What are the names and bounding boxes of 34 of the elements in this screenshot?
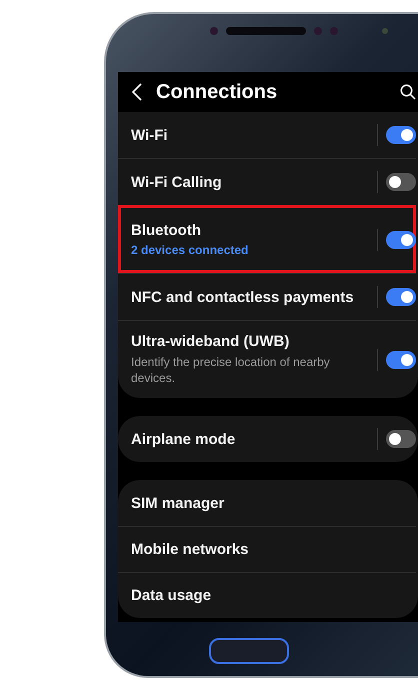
home-button[interactable] bbox=[209, 638, 289, 664]
sensor-dot bbox=[314, 27, 322, 35]
setting-label: Bluetooth bbox=[131, 222, 202, 239]
sensor-dot bbox=[330, 27, 338, 35]
toggle-switch[interactable] bbox=[386, 350, 416, 368]
setting-row[interactable]: SIM manager bbox=[118, 480, 416, 526]
toggle-switch[interactable] bbox=[386, 430, 416, 448]
toggle-switch[interactable] bbox=[386, 288, 416, 306]
setting-status: 2 devices connected bbox=[131, 243, 250, 257]
setting-label: Wi-Fi bbox=[131, 126, 169, 144]
setting-row[interactable]: Wi-Fi bbox=[118, 112, 416, 158]
setting-row[interactable]: Wi-Fi Calling bbox=[118, 158, 416, 205]
setting-description: Identify the precise location of nearby devices. bbox=[131, 354, 331, 386]
toggle-switch[interactable] bbox=[386, 230, 416, 248]
highlighted-setting-row[interactable]: Bluetooth 2 devices connected bbox=[118, 205, 416, 273]
setting-row[interactable]: Airplane mode bbox=[118, 416, 416, 462]
setting-row[interactable]: Data usage bbox=[118, 572, 416, 618]
setting-label: SIM manager bbox=[131, 494, 226, 512]
search-icon[interactable] bbox=[400, 84, 416, 100]
setting-label: Airplane mode bbox=[131, 430, 236, 448]
setting-label: Data usage bbox=[131, 587, 212, 604]
screen-title: Connections bbox=[156, 80, 278, 104]
setting-row[interactable]: Ultra-wideband (UWB) Identify the precise location of nearby devices. bbox=[118, 320, 416, 398]
sensor-dot bbox=[210, 27, 218, 35]
setting-label: Ultra-wideband (UWB) bbox=[131, 333, 290, 350]
setting-label: Wi-Fi Calling bbox=[131, 174, 223, 190]
setting-row[interactable]: NFC and contactless payments bbox=[118, 273, 416, 320]
toggle-switch[interactable] bbox=[386, 126, 416, 144]
setting-label: Mobile networks bbox=[131, 541, 250, 558]
camera-lens bbox=[382, 28, 388, 34]
toggle-switch[interactable] bbox=[386, 173, 416, 191]
setting-row[interactable]: Mobile networks bbox=[118, 526, 416, 572]
back-icon[interactable] bbox=[132, 83, 142, 101]
setting-label: NFC and contactless payments bbox=[131, 288, 355, 306]
